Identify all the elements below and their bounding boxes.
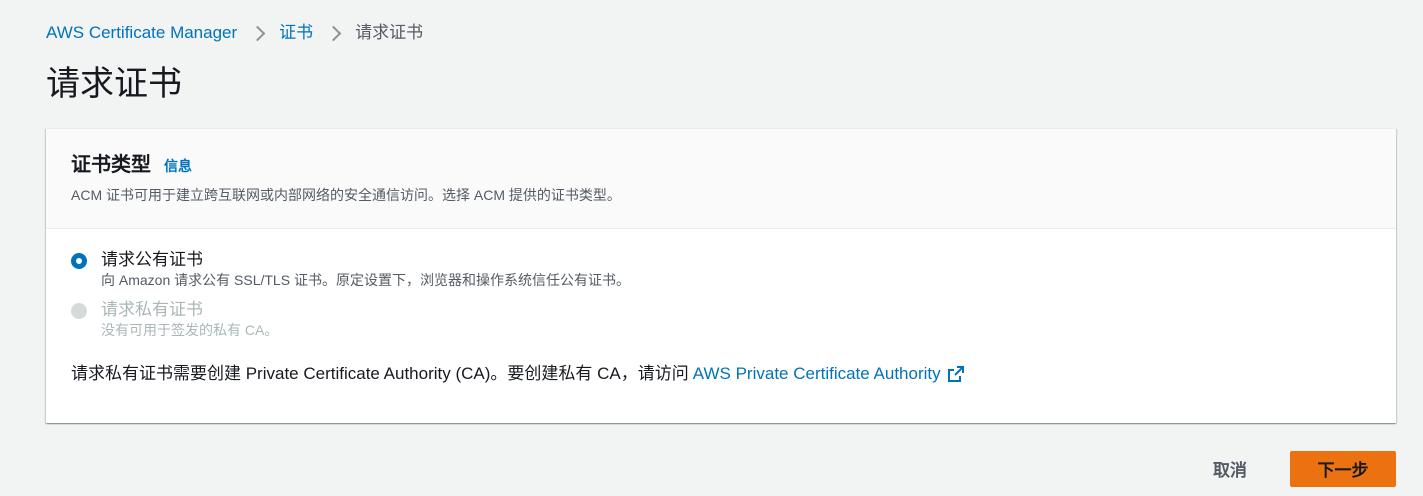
breadcrumb: AWS Certificate Manager 证书 请求证书 [46, 22, 423, 44]
chevron-right-icon [252, 22, 264, 44]
footer-actions: 取消 下一步 [1193, 448, 1396, 489]
breadcrumb-item-acm[interactable]: AWS Certificate Manager [46, 22, 237, 44]
cancel-button[interactable]: 取消 [1193, 448, 1267, 489]
breadcrumb-item-current: 请求证书 [355, 23, 424, 42]
private-ca-note-text: 请求私有证书需要创建 Private Certificate Authority… [71, 364, 689, 383]
external-link-icon [947, 366, 964, 382]
radio-description-public: 向 Amazon 请求公有 SSL/TLS 证书。原定设置下，浏览器和操作系统信… [101, 272, 630, 288]
radio-description-private: 没有可用于签发的私有 CA。 [101, 322, 279, 338]
private-ca-note: 请求私有证书需要创建 Private Certificate Authority… [71, 363, 1371, 385]
radio-button-private [71, 303, 87, 319]
radio-label-public: 请求公有证书 [101, 250, 203, 269]
panel-description: ACM 证书可用于建立跨互联网或内部网络的安全通信访问。选择 ACM 提供的证书… [71, 187, 621, 203]
radio-text-public: 请求公有证书 向 Amazon 请求公有 SSL/TLS 证书。原定设置下，浏览… [101, 249, 630, 289]
page-title: 请求证书 [46, 65, 182, 103]
next-button[interactable]: 下一步 [1290, 450, 1396, 487]
private-ca-link-label: AWS Private Certificate Authority [692, 364, 941, 383]
radio-option-public[interactable]: 请求公有证书 向 Amazon 请求公有 SSL/TLS 证书。原定设置下，浏览… [71, 249, 1371, 289]
radio-button-public[interactable] [71, 253, 87, 269]
panel-body: 请求公有证书 向 Amazon 请求公有 SSL/TLS 证书。原定设置下，浏览… [46, 229, 1396, 385]
info-link[interactable]: 信息 [164, 156, 192, 176]
radio-label-private: 请求私有证书 [101, 300, 203, 319]
radio-text-private: 请求私有证书 没有可用于签发的私有 CA。 [101, 299, 278, 339]
breadcrumb-item-certificates[interactable]: 证书 [279, 22, 313, 44]
radio-option-private: 请求私有证书 没有可用于签发的私有 CA。 [71, 299, 1371, 339]
certificate-type-panel: 证书类型 信息 ACM 证书可用于建立跨互联网或内部网络的安全通信访问。选择 A… [46, 128, 1396, 423]
private-ca-link[interactable]: AWS Private Certificate Authority [693, 363, 965, 385]
chevron-right-icon [328, 22, 340, 44]
panel-header: 证书类型 信息 ACM 证书可用于建立跨互联网或内部网络的安全通信访问。选择 A… [46, 129, 1396, 229]
panel-title: 证书类型 [71, 154, 151, 176]
panel-title-row: 证书类型 信息 [71, 151, 1371, 179]
